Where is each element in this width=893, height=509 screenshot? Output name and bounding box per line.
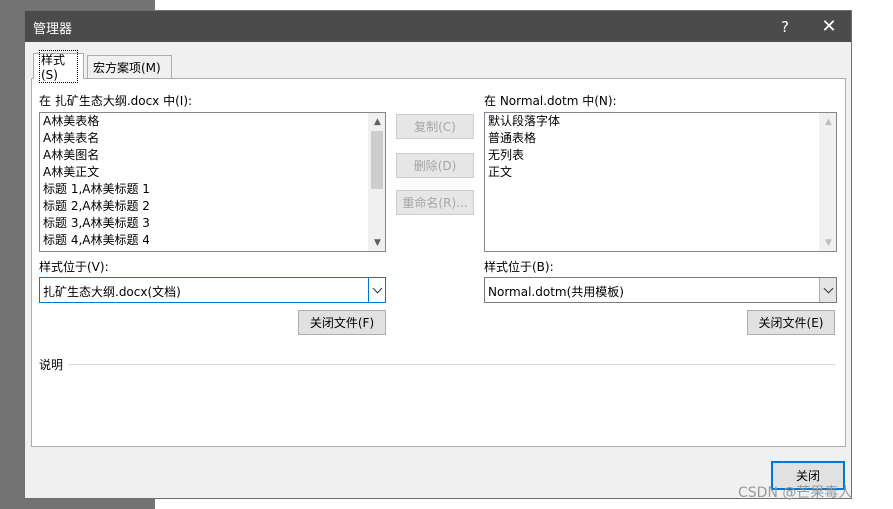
right-location-select[interactable]: Normal.dotm(共用模板) <box>484 277 837 303</box>
scroll-up-icon[interactable]: ▲ <box>369 113 385 130</box>
tab-macro-project-items[interactable]: 宏方案项(M) <box>87 55 172 79</box>
right-list-label: 在 Normal.dotm 中(N): <box>484 94 617 108</box>
description-label: 说明 <box>39 358 64 372</box>
right-close-file-button[interactable]: 关闭文件(E) <box>747 310 835 335</box>
copy-button[interactable]: 复制(C) <box>396 114 474 139</box>
left-location-value: 扎矿生态大纲.docx(文档) <box>43 285 181 299</box>
list-item[interactable]: 标题 3,A林美标题 3 <box>40 215 385 232</box>
right-styles-list[interactable]: 默认段落字体 普通表格 无列表 正文 ▲ ▼ <box>484 112 837 252</box>
list-item[interactable]: 默认段落字体 <box>485 113 836 130</box>
scroll-thumb[interactable] <box>371 131 383 189</box>
left-list-scrollbar[interactable]: ▲ ▼ <box>368 113 385 251</box>
list-item[interactable]: A林美正文 <box>40 164 385 181</box>
left-location-label: 样式位于(V): <box>39 260 109 274</box>
chevron-down-icon[interactable] <box>819 278 836 302</box>
tab-macros-label: 宏方案项(M) <box>93 61 161 75</box>
description-divider <box>68 364 836 365</box>
styles-panel: 在 扎矿生态大纲.docx 中(I): A林美表格 A林美表名 A林美图名 A林… <box>31 78 846 447</box>
right-location-value: Normal.dotm(共用模板) <box>488 285 624 299</box>
list-item[interactable]: 正文 <box>485 164 836 181</box>
close-icon: ✕ <box>821 16 837 37</box>
help-button[interactable]: ? <box>765 11 805 42</box>
list-item[interactable]: A林美表名 <box>40 130 385 147</box>
watermark: CSDN @芒果毒人 <box>738 485 853 501</box>
organizer-dialog: 管理器 ? ✕ 样式(S) 宏方案项(M) 在 扎矿生态大纲.docx 中(I)… <box>24 10 852 499</box>
delete-button[interactable]: 删除(D) <box>396 153 474 178</box>
tab-styles-label: 样式(S) <box>39 50 78 83</box>
right-list-scrollbar[interactable]: ▲ ▼ <box>819 113 836 251</box>
left-close-file-button[interactable]: 关闭文件(F) <box>298 310 386 335</box>
title-bar: 管理器 ? ✕ <box>25 11 851 42</box>
rename-button[interactable]: 重命名(R)... <box>396 190 474 215</box>
left-styles-list[interactable]: A林美表格 A林美表名 A林美图名 A林美正文 标题 1,A林美标题 1 标题 … <box>39 112 386 252</box>
scroll-down-icon[interactable]: ▼ <box>820 234 836 251</box>
list-item[interactable]: A林美图名 <box>40 147 385 164</box>
list-item[interactable]: 无列表 <box>485 147 836 164</box>
left-location-select[interactable]: 扎矿生态大纲.docx(文档) <box>39 277 386 303</box>
list-item[interactable]: 普通表格 <box>485 130 836 147</box>
list-item[interactable]: A林美表格 <box>40 113 385 130</box>
left-list-label: 在 扎矿生态大纲.docx 中(I): <box>39 94 193 108</box>
list-item[interactable]: 标题 4,A林美标题 4 <box>40 232 385 249</box>
list-item[interactable]: 标题 2,A林美标题 2 <box>40 198 385 215</box>
list-item[interactable]: 标题 1,A林美标题 1 <box>40 181 385 198</box>
chevron-down-icon[interactable] <box>368 278 385 302</box>
right-location-label: 样式位于(B): <box>484 260 554 274</box>
scroll-up-icon[interactable]: ▲ <box>820 113 836 130</box>
tab-styles[interactable]: 样式(S) <box>33 50 84 83</box>
scroll-down-icon[interactable]: ▼ <box>369 234 385 251</box>
close-window-button[interactable]: ✕ <box>809 11 849 42</box>
dialog-title: 管理器 <box>33 22 73 37</box>
